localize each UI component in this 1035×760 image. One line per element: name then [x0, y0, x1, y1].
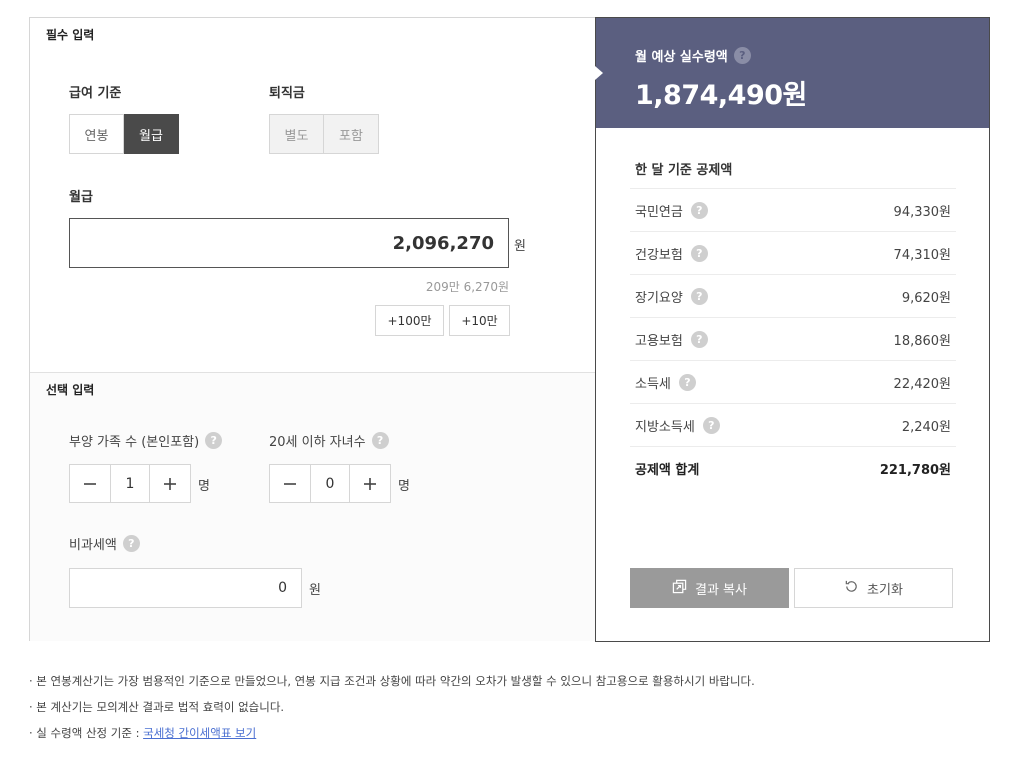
notes: · 본 연봉계산기는 가장 범용적인 기준으로 만들었으나, 연봉 지급 조건과… — [29, 672, 755, 750]
salary-hint: 209만 6,270원 — [425, 280, 509, 294]
note-item: · 본 연봉계산기는 가장 범용적인 기준으로 만들었으나, 연봉 지급 조건과… — [29, 674, 755, 688]
deduction-title: 한 달 기준 공제액 — [635, 163, 733, 178]
deduction-row-longterm-care: 장기요양? 9,620원 — [630, 274, 956, 317]
help-icon[interactable]: ? — [690, 201, 708, 219]
deduction-value: 18,860원 — [893, 333, 951, 349]
minus-icon[interactable] — [70, 465, 110, 502]
deduction-name: 국민연금 — [635, 204, 683, 220]
copy-result-button[interactable]: 결과 복사 — [630, 568, 789, 608]
pay-basis-monthly-button[interactable]: 월급 — [124, 114, 179, 154]
nontax-label-text: 비과세액 — [69, 538, 117, 553]
add-1m-button[interactable]: +100만 — [375, 305, 444, 336]
children-label: 20세 이하 자녀수 ? — [269, 431, 389, 450]
deduction-total-value: 221,780원 — [879, 462, 951, 478]
dependents-stepper: 1 — [69, 464, 191, 503]
children-stepper: 0 — [269, 464, 391, 503]
deduction-name: 고용보험 — [635, 333, 683, 349]
nontax-input[interactable]: 0 — [69, 568, 302, 608]
deduction-name: 지방소득세 — [635, 419, 695, 435]
reset-label: 초기화 — [867, 582, 903, 598]
severance-separate-button[interactable]: 별도 — [269, 114, 324, 154]
severance-label: 퇴직금 — [269, 86, 305, 101]
deduction-row-income-tax: 소득세? 22,420원 — [630, 360, 956, 403]
help-icon[interactable]: ? — [678, 373, 696, 391]
help-icon[interactable]: ? — [733, 47, 751, 64]
deduction-value: 9,620원 — [901, 290, 951, 306]
nontax-unit: 원 — [309, 583, 321, 598]
note-link-prefix: · 실 수령액 산정 기준 : — [29, 726, 144, 740]
dependents-label: 부양 가족 수 (본인포함) ? — [69, 431, 223, 450]
dependents-value[interactable]: 1 — [110, 465, 150, 502]
help-icon[interactable]: ? — [690, 330, 708, 348]
required-section: 필수 입력 급여 기준 연봉 월급 퇴직금 별도 포함 월급 2,096,270… — [30, 18, 596, 372]
help-icon[interactable]: ? — [205, 432, 223, 449]
reset-button[interactable]: 초기화 — [794, 568, 953, 608]
plus-icon[interactable] — [150, 465, 190, 502]
deduction-row-pension: 국민연금? 94,330원 — [630, 188, 956, 231]
severance-toggle: 별도 포함 — [269, 114, 379, 154]
deduction-list: 국민연금? 94,330원 건강보험? 74,310원 장기요양? 9,620원… — [630, 188, 956, 489]
help-icon[interactable]: ? — [702, 416, 720, 434]
net-pay-amount: 1,874,490원 — [635, 80, 807, 111]
minus-icon[interactable] — [270, 465, 310, 502]
copy-result-label: 결과 복사 — [695, 582, 747, 598]
deduction-row-employment: 고용보험? 18,860원 — [630, 317, 956, 360]
salary-unit: 원 — [514, 239, 526, 254]
pay-basis-label: 급여 기준 — [69, 86, 122, 101]
refresh-icon — [844, 579, 859, 598]
help-icon[interactable]: ? — [122, 535, 140, 552]
children-unit: 명 — [398, 479, 410, 494]
pay-basis-toggle: 연봉 월급 — [69, 114, 179, 154]
pay-basis-annual-button[interactable]: 연봉 — [69, 114, 124, 154]
severance-included-button[interactable]: 포함 — [324, 114, 379, 154]
deduction-row-health: 건강보험? 74,310원 — [630, 231, 956, 274]
deduction-name: 건강보험 — [635, 247, 683, 263]
tax-table-link[interactable]: 국세청 간이세액표 보기 — [143, 726, 256, 740]
deduction-name: 소득세 — [635, 376, 671, 392]
dependents-label-text: 부양 가족 수 (본인포함) — [69, 435, 200, 450]
required-title: 필수 입력 — [46, 28, 95, 42]
net-pay-label-text: 월 예상 실수령액 — [635, 50, 728, 65]
optional-section: 선택 입력 부양 가족 수 (본인포함) ? 1 명 20세 이하 자녀수 ? … — [30, 372, 596, 641]
dependents-unit: 명 — [198, 479, 210, 494]
deduction-row-total: 공제액 합계 221,780원 — [630, 446, 956, 489]
result-panel: 월 예상 실수령액 ? 1,874,490원 한 달 기준 공제액 국민연금? … — [595, 17, 990, 642]
salary-input[interactable]: 2,096,270 — [69, 218, 509, 268]
note-item: · 본 계산기는 모의계산 결과로 법적 효력이 없습니다. — [29, 700, 285, 714]
add-100k-button[interactable]: +10만 — [449, 305, 510, 336]
optional-title: 선택 입력 — [46, 383, 95, 397]
nontax-label: 비과세액 ? — [69, 534, 140, 553]
help-icon[interactable]: ? — [690, 287, 708, 305]
children-label-text: 20세 이하 자녀수 — [269, 435, 366, 450]
deduction-total-name: 공제액 합계 — [635, 462, 700, 478]
help-icon[interactable]: ? — [371, 432, 389, 449]
result-header: 월 예상 실수령액 ? 1,874,490원 — [595, 18, 989, 128]
deduction-value: 2,240원 — [901, 419, 951, 435]
input-panel: 필수 입력 급여 기준 연봉 월급 퇴직금 별도 포함 월급 2,096,270… — [29, 17, 596, 641]
deduction-name: 장기요양 — [635, 290, 683, 306]
children-value[interactable]: 0 — [310, 465, 350, 502]
help-icon[interactable]: ? — [690, 244, 708, 262]
deduction-value: 74,310원 — [893, 247, 951, 263]
net-pay-label: 월 예상 실수령액 ? — [635, 46, 751, 65]
deduction-value: 22,420원 — [893, 376, 951, 392]
deduction-row-local-tax: 지방소득세? 2,240원 — [630, 403, 956, 446]
copy-icon — [672, 579, 687, 598]
salary-label: 월급 — [69, 190, 93, 205]
note-item-link: · 실 수령액 산정 기준 : 국세청 간이세액표 보기 — [29, 724, 755, 750]
plus-icon[interactable] — [350, 465, 390, 502]
deduction-value: 94,330원 — [893, 204, 951, 220]
